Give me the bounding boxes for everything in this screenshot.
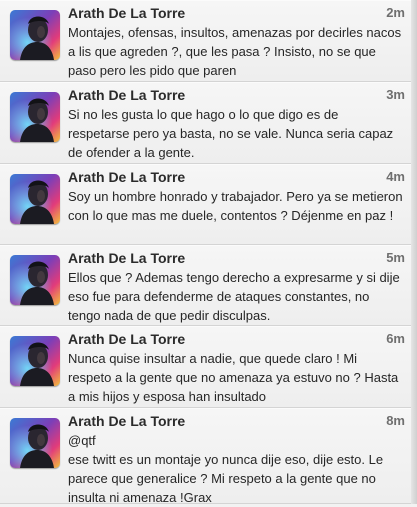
tweet-author[interactable]: Arath De La Torre xyxy=(68,413,185,429)
tweet-text: ese twitt es un montaje yo nunca dije es… xyxy=(68,452,384,505)
tweet-text: Nunca quise insultar a nadie, que quede … xyxy=(68,351,399,404)
tweet-text: Ellos que ? Ademas tengo derecho a expre… xyxy=(68,270,400,323)
tweet-item[interactable]: Arath De La Torre 8m @qtf ese twitt es u… xyxy=(0,408,417,507)
tweet-time: 8m xyxy=(386,413,405,428)
tweet-time: 2m xyxy=(386,5,405,20)
window-edge xyxy=(411,0,417,504)
avatar[interactable] xyxy=(10,336,60,386)
tweet-time: 5m xyxy=(386,250,405,265)
tweet-item[interactable]: Arath De La Torre 6m Nunca quise insulta… xyxy=(0,326,417,408)
avatar[interactable] xyxy=(10,255,60,305)
tweet-text: Montajes, ofensas, insultos, amenazas po… xyxy=(68,25,402,78)
tweet-text: Si no les gusta lo que hago o lo que dig… xyxy=(68,107,394,160)
tweet-author[interactable]: Arath De La Torre xyxy=(68,169,185,185)
tweet-timeline: Arath De La Torre 2m Montajes, ofensas, … xyxy=(0,0,417,507)
tweet-author[interactable]: Arath De La Torre xyxy=(68,87,185,103)
tweet-mention[interactable]: @qtf xyxy=(68,431,403,450)
tweet-body: @qtf ese twitt es un montaje yo nunca di… xyxy=(68,431,403,507)
tweet-time: 6m xyxy=(386,331,405,346)
tweet-text: Soy un hombre honrado y trabajador. Pero… xyxy=(68,189,403,223)
avatar[interactable] xyxy=(10,174,60,224)
tweet-author[interactable]: Arath De La Torre xyxy=(68,5,185,21)
tweet-item[interactable]: Arath De La Torre 4m Soy un hombre honra… xyxy=(0,164,417,245)
avatar[interactable] xyxy=(10,418,60,468)
tweet-item[interactable]: Arath De La Torre 3m Si no les gusta lo … xyxy=(0,82,417,164)
tweet-author[interactable]: Arath De La Torre xyxy=(68,331,185,347)
tweet-time: 4m xyxy=(386,169,405,184)
tweet-item[interactable]: Arath De La Torre 5m Ellos que ? Ademas … xyxy=(0,245,417,326)
tweet-item[interactable]: Arath De La Torre 2m Montajes, ofensas, … xyxy=(0,0,417,82)
tweet-author[interactable]: Arath De La Torre xyxy=(68,250,185,266)
avatar[interactable] xyxy=(10,92,60,142)
avatar[interactable] xyxy=(10,10,60,60)
tweet-time: 3m xyxy=(386,87,405,102)
